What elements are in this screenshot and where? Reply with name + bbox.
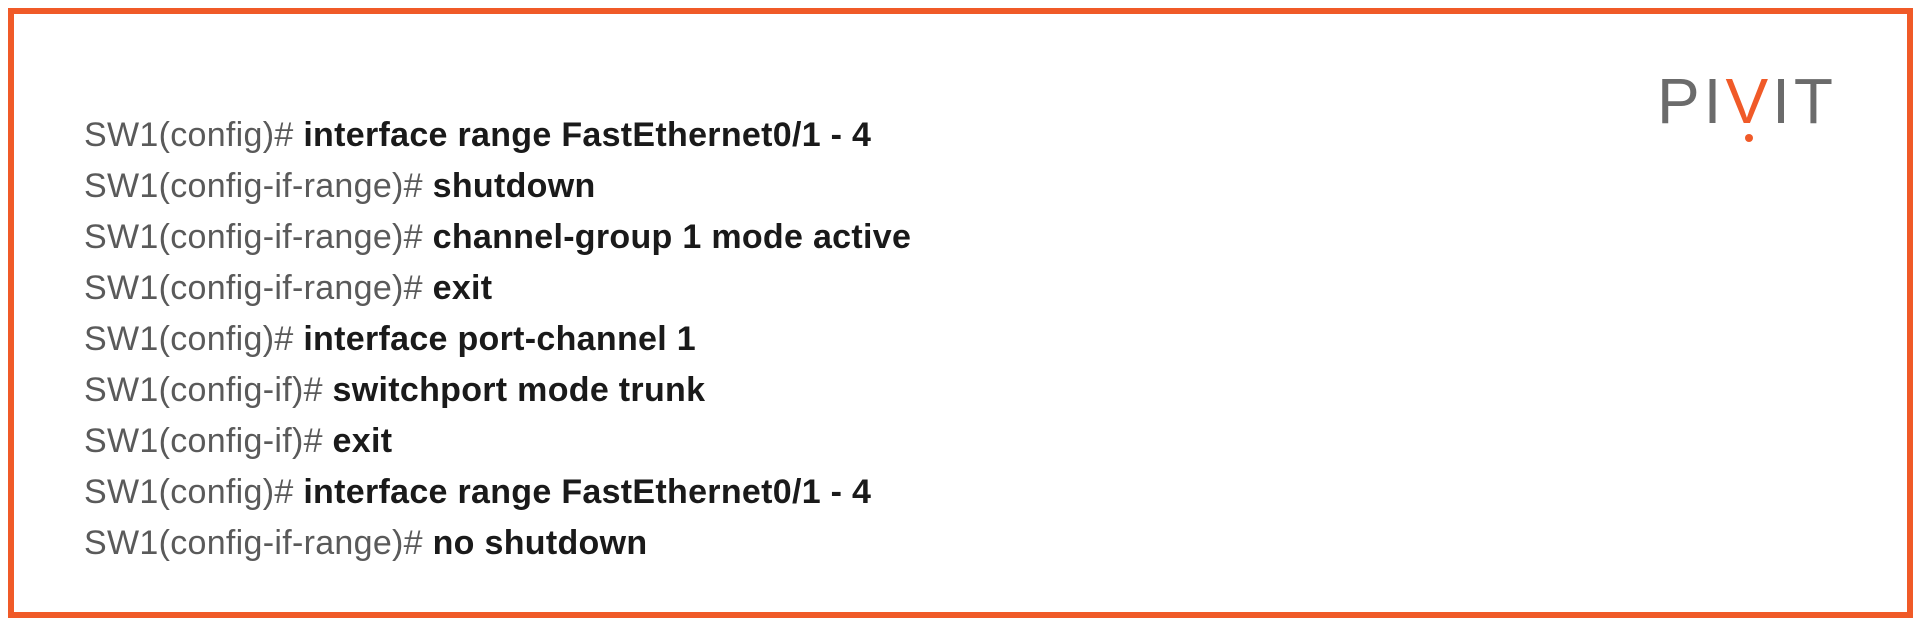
logo-letter-v-accent: V [1725, 64, 1772, 138]
logo-letter-t: T [1794, 64, 1837, 138]
cli-line: SW1(config-if-range)# exit [84, 263, 1837, 314]
cli-output-block: SW1(config)# interface range FastEtherne… [84, 110, 1837, 569]
cli-command: interface port-channel 1 [303, 320, 696, 358]
cli-command: channel-group 1 mode active [433, 218, 912, 256]
cli-prompt: SW1(config-if)# [84, 371, 333, 409]
cli-command: shutdown [433, 167, 596, 205]
cli-line: SW1(config)# interface range FastEtherne… [84, 110, 1837, 161]
logo-letter-i-right: I [1772, 64, 1794, 138]
bordered-frame: P I V I T SW1(config)# interface range F… [8, 8, 1913, 618]
cli-prompt: SW1(config-if-range)# [84, 167, 433, 205]
cli-line: SW1(config-if)# exit [84, 416, 1837, 467]
cli-prompt: SW1(config-if-range)# [84, 524, 433, 562]
cli-command: no shutdown [433, 524, 648, 562]
cli-line: SW1(config)# interface port-channel 1 [84, 314, 1837, 365]
logo-letter-v: V [1725, 65, 1772, 137]
pivit-logo: P I V I T [1657, 64, 1837, 138]
logo-accent-dot-icon [1745, 134, 1753, 142]
cli-command: switchport mode trunk [333, 371, 706, 409]
cli-command: exit [333, 422, 393, 460]
logo-letter-i: I [1704, 64, 1726, 138]
cli-prompt: SW1(config-if-range)# [84, 269, 433, 307]
cli-line: SW1(config)# interface range FastEtherne… [84, 467, 1837, 518]
cli-line: SW1(config-if)# switchport mode trunk [84, 365, 1837, 416]
cli-prompt: SW1(config)# [84, 320, 303, 358]
logo-letter-p: P [1657, 64, 1704, 138]
cli-prompt: SW1(config-if)# [84, 422, 333, 460]
cli-line: SW1(config-if-range)# no shutdown [84, 518, 1837, 569]
cli-prompt: SW1(config)# [84, 116, 303, 154]
cli-line: SW1(config-if-range)# channel-group 1 mo… [84, 212, 1837, 263]
cli-command: exit [433, 269, 493, 307]
cli-prompt: SW1(config)# [84, 473, 303, 511]
cli-command: interface range FastEthernet0/1 - 4 [303, 116, 871, 154]
cli-prompt: SW1(config-if-range)# [84, 218, 433, 256]
cli-command: interface range FastEthernet0/1 - 4 [303, 473, 871, 511]
cli-line: SW1(config-if-range)# shutdown [84, 161, 1837, 212]
